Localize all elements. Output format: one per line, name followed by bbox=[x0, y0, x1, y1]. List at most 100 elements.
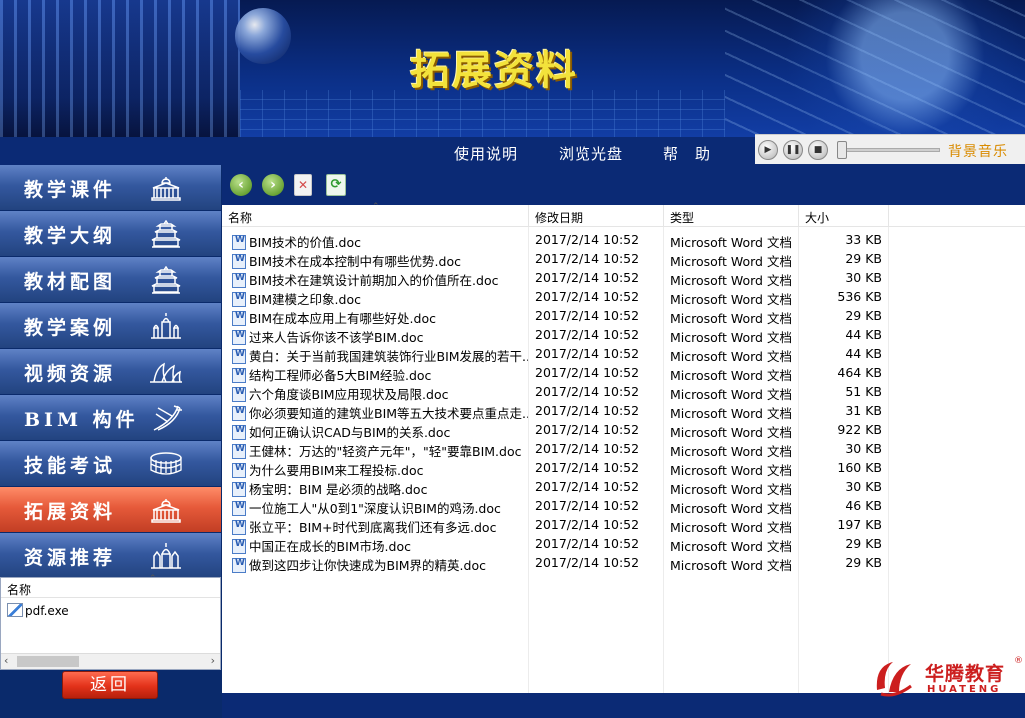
table-row[interactable]: 过来人告诉你该不该学BIM.doc 2017/2/14 10:52 Microsof… bbox=[222, 325, 888, 345]
name-column-header[interactable]: 名称 ⌃ bbox=[222, 202, 529, 227]
scroll-right-icon[interactable]: › bbox=[211, 654, 215, 667]
play-icon[interactable]: ▶ bbox=[758, 140, 778, 160]
sidebar-item-extended-materials[interactable]: 拓展资料 bbox=[0, 487, 221, 533]
file-date-cell-text: 2017/2/14 10:52 bbox=[535, 403, 640, 418]
huateng-logo: 华腾教育 HUATENG ® bbox=[873, 654, 1023, 704]
table-row[interactable]: 你必须要知道的建筑业BIM等五大技术要点重点走... 2017/2/14 10:5… bbox=[222, 401, 888, 421]
file-date-cell-text: 2017/2/14 10:52 bbox=[535, 536, 640, 551]
word-doc-icon bbox=[232, 482, 246, 497]
refresh-icon[interactable]: ⟳ bbox=[326, 174, 346, 196]
pause-icon[interactable]: ❚❚ bbox=[783, 140, 803, 160]
file-size-cell: 29 KB bbox=[802, 308, 882, 323]
forward-arrow-icon[interactable]: › bbox=[262, 174, 284, 196]
size-column-header[interactable]: 大小 bbox=[799, 205, 889, 227]
sidebar-item-skill-exam[interactable]: 技能考试 bbox=[0, 441, 221, 487]
sidebar-item-syllabus[interactable]: 教学大纲 bbox=[0, 211, 221, 257]
file-size-cell-text: 29 KB bbox=[845, 555, 882, 570]
bridge-image bbox=[725, 0, 1025, 140]
table-row[interactable]: BIM建模之印象.doc 2017/2/14 10:52 Microsoft Wor… bbox=[222, 287, 888, 307]
table-row[interactable]: 为什么要用BIM来工程投标.doc 2017/2/14 10:52 Microsof… bbox=[222, 458, 888, 478]
sidebar-item-video-resources[interactable]: 视频资源 bbox=[0, 349, 221, 395]
exe-file-icon bbox=[7, 603, 23, 617]
table-row[interactable]: 王健林：万达的"轻资产元年"，"轻"要靠BIM.doc 2017/2/14 10:… bbox=[222, 439, 888, 459]
table-row[interactable]: 张立平：BIM+时代到底离我们还有多远.doc 2017/2/14 10:52 Mi… bbox=[222, 515, 888, 535]
table-row[interactable]: 一位施工人"从0到1"深度认识BIM的鸡汤.doc 2017/2/14 10:52… bbox=[222, 496, 888, 516]
table-row[interactable]: BIM在成本应用上有哪些好处.doc 2017/2/14 10:52 Microso… bbox=[222, 306, 888, 326]
file-size-cell-text: 29 KB bbox=[845, 308, 882, 323]
volume-slider-thumb[interactable] bbox=[837, 141, 847, 159]
back-arrow-icon[interactable]: ‹ bbox=[230, 174, 252, 196]
file-size-cell-text: 44 KB bbox=[845, 346, 882, 361]
file-date-cell-text: 2017/2/14 10:52 bbox=[535, 365, 640, 380]
file-date-cell: 2017/2/14 10:52 bbox=[535, 346, 665, 361]
back-button[interactable]: 返回 bbox=[62, 671, 158, 699]
name-column-header[interactable]: 名称 ⌃ bbox=[1, 574, 220, 598]
nav-help[interactable]: 帮 助 bbox=[663, 143, 711, 164]
file-size-cell: 29 KB bbox=[802, 251, 882, 266]
file-name-cell-text: 如何正确认识CAD与BIM的关系.doc bbox=[249, 425, 451, 440]
table-row[interactable]: 杨宝明：BIM 是必须的战略.doc 2017/2/14 10:52 Microso… bbox=[222, 477, 888, 497]
file-date-cell: 2017/2/14 10:52 bbox=[535, 327, 665, 342]
sidebar-item-courseware[interactable]: 教学课件 bbox=[0, 165, 221, 211]
file-name-cell-text: BIM技术在成本控制中有哪些优势.doc bbox=[249, 254, 461, 269]
volume-track[interactable] bbox=[840, 148, 940, 152]
sidebar-item-label: 拓展资料 bbox=[24, 501, 117, 523]
file-name-cell-text: 王健林：万达的"轻资产元年"，"轻"要靠BIM.doc bbox=[249, 444, 522, 459]
file-name-cell-text: 为什么要用BIM来工程投标.doc bbox=[249, 463, 424, 478]
file-type-cell-text: Microsoft Word 文档 bbox=[670, 387, 792, 402]
type-column-header[interactable]: 类型 bbox=[664, 205, 799, 227]
sidebar-item-teaching-cases[interactable]: 教学案例 bbox=[0, 303, 221, 349]
file-date-cell-text: 2017/2/14 10:52 bbox=[535, 232, 640, 247]
table-row[interactable]: 结构工程师必备5大BIM经验.doc 2017/2/14 10:52 Microso… bbox=[222, 363, 888, 383]
file-date-cell-text: 2017/2/14 10:52 bbox=[535, 517, 640, 532]
file-size-cell: 51 KB bbox=[802, 384, 882, 399]
file-type-cell-text: Microsoft Word 文档 bbox=[670, 501, 792, 516]
sidebar-item-recommended-resources[interactable]: 资源推荐 bbox=[0, 533, 221, 579]
file-type-cell-text: Microsoft Word 文档 bbox=[670, 349, 792, 364]
file-list: 名称 ⌃ 修改日期 类型 大小 BIM技术的价值.doc 2017/2/14 10… bbox=[222, 202, 1025, 693]
file-date-cell: 2017/2/14 10:52 bbox=[535, 517, 665, 532]
file-date-cell-text: 2017/2/14 10:52 bbox=[535, 441, 640, 456]
list-item[interactable]: pdf.exe bbox=[7, 603, 69, 618]
nav-usage-guide[interactable]: 使用说明 bbox=[454, 143, 518, 164]
date-column-header[interactable]: 修改日期 bbox=[529, 205, 664, 227]
file-size-cell: 29 KB bbox=[802, 536, 882, 551]
table-row[interactable]: 黄白：关于当前我国建筑装饰行业BIM发展的若干... 2017/2/14 10:5… bbox=[222, 344, 888, 364]
table-row[interactable]: 中国正在成长的BIM市场.doc 2017/2/14 10:52 Microsoft… bbox=[222, 534, 888, 554]
file-type-cell-text: Microsoft Word 文档 bbox=[670, 444, 792, 459]
table-row[interactable]: 如何正确认识CAD与BIM的关系.doc 2017/2/14 10:52 Micro… bbox=[222, 420, 888, 440]
file-name-cell-text: BIM建模之印象.doc bbox=[249, 292, 361, 307]
file-date-cell: 2017/2/14 10:52 bbox=[535, 536, 665, 551]
scroll-left-icon[interactable]: ‹ bbox=[4, 654, 8, 667]
scrollbar-thumb[interactable] bbox=[17, 656, 79, 667]
file-size-cell-text: 30 KB bbox=[845, 270, 882, 285]
file-size-cell-text: 30 KB bbox=[845, 441, 882, 456]
bridge-icon bbox=[153, 405, 182, 431]
temple-icon bbox=[151, 220, 181, 248]
horizontal-scrollbar[interactable]: ‹ › bbox=[1, 653, 220, 669]
sidebar-item-textbook-figures[interactable]: 教材配图 bbox=[0, 257, 221, 303]
stop-icon[interactable]: ■ bbox=[808, 140, 828, 160]
file-name: pdf.exe bbox=[25, 604, 69, 618]
side-file-panel: 名称 ⌃ pdf.exe ‹ › bbox=[0, 574, 221, 670]
table-row[interactable]: 六个角度谈BIM应用现状及局限.doc 2017/2/14 10:52 Micros… bbox=[222, 382, 888, 402]
sidebar-item-bim-components[interactable]: BIM 构件 bbox=[0, 395, 221, 441]
delete-icon[interactable]: ✕ bbox=[294, 174, 312, 196]
table-row[interactable]: BIM技术的价值.doc 2017/2/14 10:52 Microsoft Wor… bbox=[222, 230, 888, 250]
table-row[interactable]: BIM技术在成本控制中有哪些优势.doc 2017/2/14 10:52 Micro… bbox=[222, 249, 888, 269]
word-doc-icon bbox=[232, 444, 246, 459]
nav-browse-disc[interactable]: 浏览光盘 bbox=[559, 143, 623, 164]
file-name-cell-text: 结构工程师必备5大BIM经验.doc bbox=[249, 368, 432, 383]
sidebar-menu: 教学课件 教学大纲 教材配图 教学案例 视频资源 BIM 构件 技能考试 拓展资… bbox=[0, 165, 221, 579]
column-label: 修改日期 bbox=[535, 211, 584, 225]
file-date-cell-text: 2017/2/14 10:52 bbox=[535, 460, 640, 475]
word-doc-icon bbox=[232, 558, 246, 573]
table-row[interactable]: BIM技术在建筑设计前期加入的价值所在.doc 2017/2/14 10:52 Mi… bbox=[222, 268, 888, 288]
file-size-cell: 44 KB bbox=[802, 346, 882, 361]
temple-icon bbox=[151, 266, 181, 294]
file-size-cell-text: 46 KB bbox=[845, 498, 882, 513]
page-title: 拓展资料 bbox=[410, 47, 578, 94]
table-row[interactable]: 做到这四步让你快速成为BIM界的精英.doc 2017/2/14 10:52 Mic… bbox=[222, 553, 888, 574]
file-name-cell: 做到这四步让你快速成为BIM界的精英.doc bbox=[232, 555, 528, 574]
sidebar-item-label: 技能考试 bbox=[24, 455, 117, 477]
